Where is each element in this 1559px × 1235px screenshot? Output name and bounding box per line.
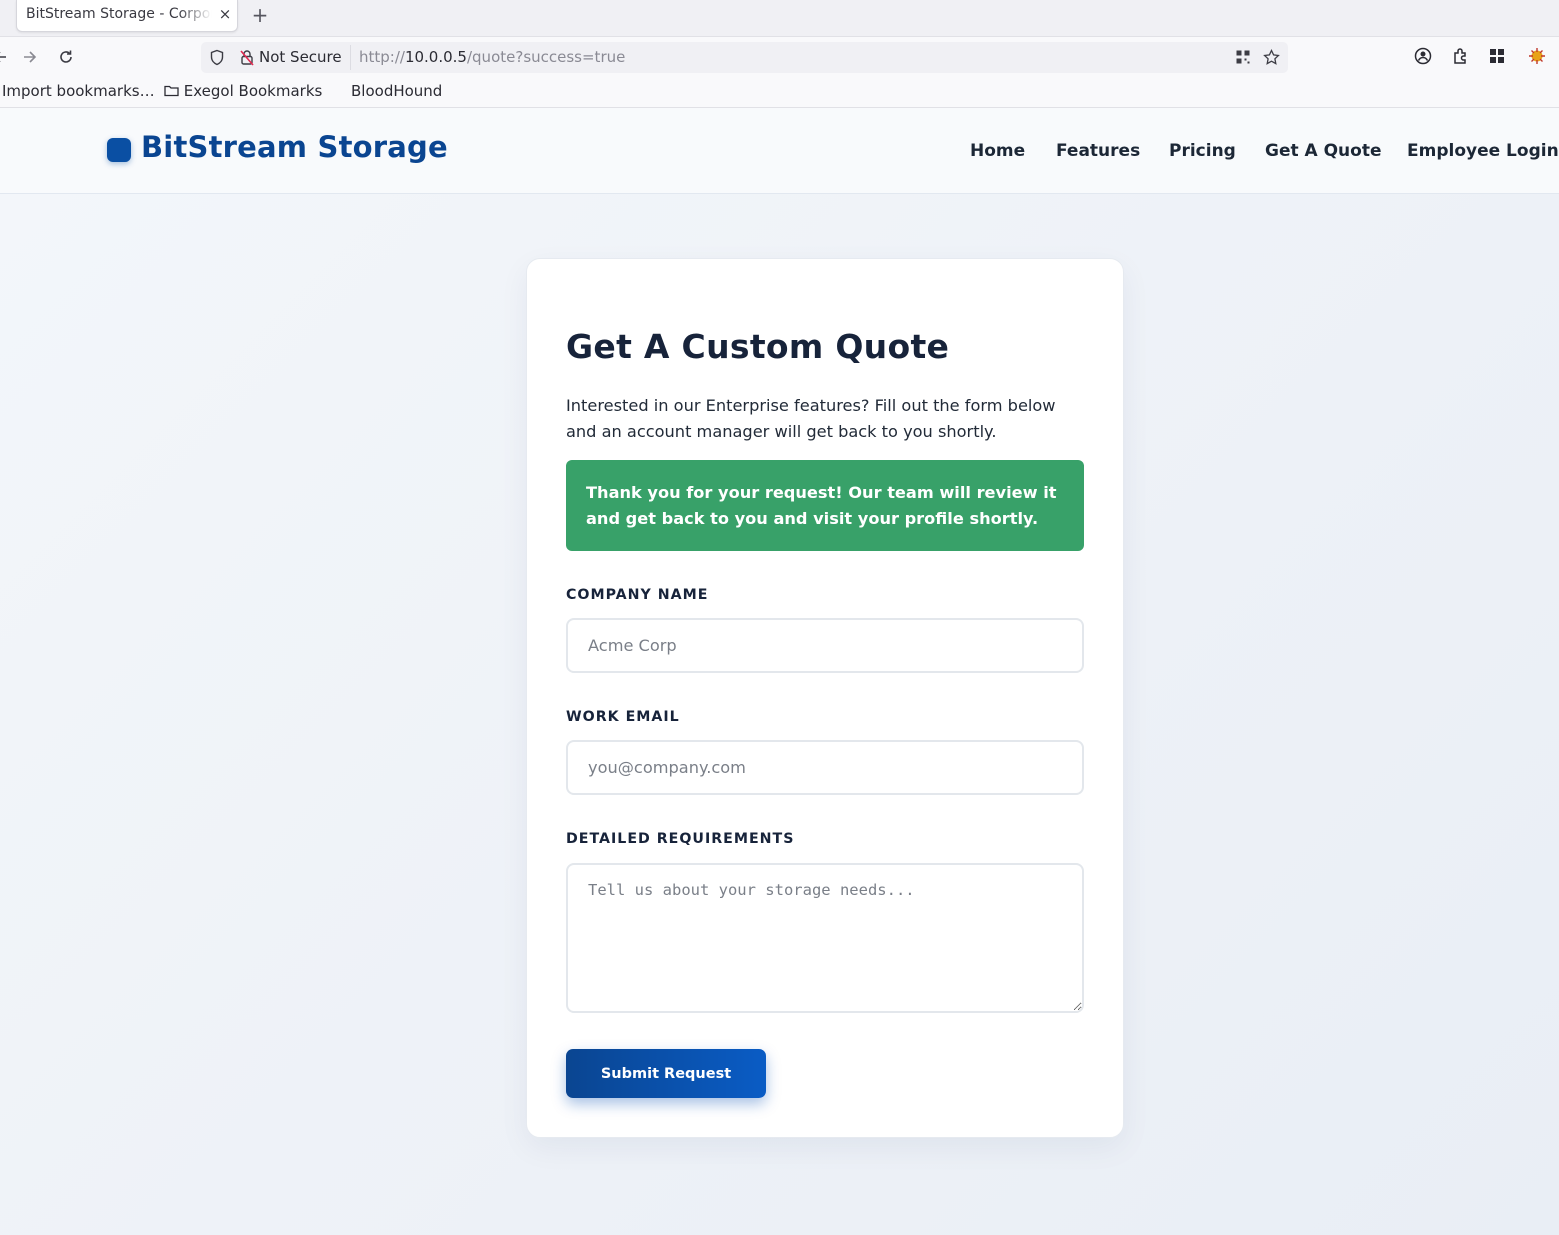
bookmarks-bar: Import bookmarks… Exegol Bookmarks Blood… bbox=[0, 77, 1559, 108]
bookmark-folder-label: Exegol Bookmarks bbox=[183, 82, 323, 100]
company-name-input[interactable] bbox=[566, 618, 1084, 673]
nav-pricing[interactable]: Pricing bbox=[1169, 141, 1236, 161]
bookmark-bloodhound[interactable]: BloodHound bbox=[351, 82, 442, 100]
folder-icon bbox=[164, 85, 179, 97]
forward-icon[interactable] bbox=[18, 45, 42, 69]
browser-tab[interactable]: BitStream Storage - Corporate × bbox=[16, 0, 238, 32]
new-tab-icon[interactable]: + bbox=[251, 3, 269, 27]
nav-home[interactable]: Home bbox=[970, 141, 1025, 161]
extension-burst-icon[interactable] bbox=[1528, 47, 1546, 69]
nav-employee-login[interactable]: Employee Login bbox=[1407, 141, 1559, 161]
insecure-lock-icon[interactable] bbox=[239, 49, 255, 70]
tab-title: BitStream Storage - Corporate bbox=[26, 6, 212, 22]
nav-features[interactable]: Features bbox=[1056, 141, 1140, 161]
success-message: Thank you for your request! Our team wil… bbox=[586, 483, 1057, 528]
submit-request-button[interactable]: Submit Request bbox=[566, 1049, 766, 1098]
browser-tab-bar: BitStream Storage - Corporate × + bbox=[0, 0, 1559, 37]
form-description: Interested in our Enterprise features? F… bbox=[566, 396, 1056, 441]
company-name-label: COMPANY NAME bbox=[566, 587, 709, 603]
site-logo[interactable]: BitStream Storage bbox=[141, 130, 448, 164]
quote-form-card: Get A Custom Quote Interested in our Ent… bbox=[526, 258, 1124, 1138]
close-tab-icon[interactable]: × bbox=[217, 5, 233, 23]
work-email-input[interactable] bbox=[566, 740, 1084, 795]
not-secure-label: Not Secure bbox=[259, 48, 342, 66]
address-bar[interactable]: Not Secure http://10.0.0.5/quote?success… bbox=[201, 42, 1288, 73]
success-alert: Thank you for your request! Our team wil… bbox=[566, 460, 1084, 551]
url-path: /quote?success=true bbox=[466, 48, 626, 66]
work-email-label: WORK EMAIL bbox=[566, 709, 680, 725]
apps-grid-icon[interactable] bbox=[1488, 47, 1506, 69]
shield-icon[interactable] bbox=[209, 49, 225, 70]
account-icon[interactable] bbox=[1414, 47, 1432, 69]
url-text[interactable]: http://10.0.0.5/quote?success=true bbox=[359, 48, 625, 66]
bookmark-folder-exegol[interactable]: Exegol Bookmarks bbox=[164, 82, 322, 100]
extensions-icon[interactable] bbox=[1451, 47, 1469, 69]
back-icon[interactable] bbox=[0, 45, 12, 69]
page-title: Get A Custom Quote bbox=[566, 327, 950, 366]
url-host: 10.0.0.5 bbox=[404, 48, 467, 66]
url-separator bbox=[350, 45, 351, 70]
requirements-label: DETAILED REQUIREMENTS bbox=[566, 831, 795, 847]
requirements-textarea[interactable] bbox=[566, 863, 1084, 1013]
qr-code-icon[interactable] bbox=[1235, 49, 1251, 69]
nav-get-a-quote[interactable]: Get A Quote bbox=[1265, 141, 1382, 161]
logo-mark-icon[interactable] bbox=[107, 138, 131, 162]
url-scheme: http:// bbox=[359, 48, 405, 66]
site-header: BitStream Storage Home Features Pricing … bbox=[0, 108, 1559, 194]
bookmark-import[interactable]: Import bookmarks… bbox=[2, 82, 155, 100]
reload-icon[interactable] bbox=[54, 45, 78, 69]
bookmark-star-icon[interactable] bbox=[1263, 48, 1280, 70]
